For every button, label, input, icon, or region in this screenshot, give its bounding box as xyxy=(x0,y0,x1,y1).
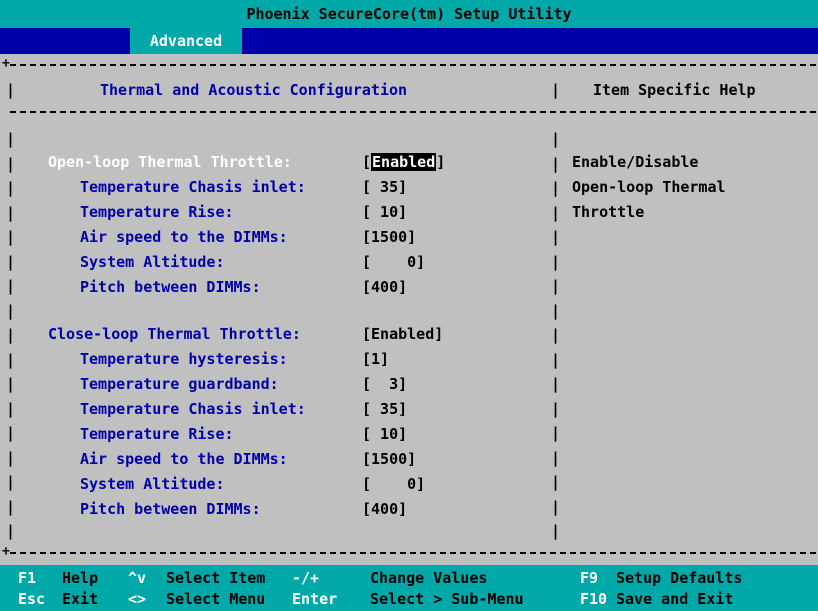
frame-bar-glyph: | xyxy=(6,473,16,491)
frame-bar-glyph: | xyxy=(6,81,16,99)
close-loop-item-label: Temperature Chasis inlet: xyxy=(80,400,306,418)
frame-bar-glyph: | xyxy=(551,179,561,197)
frame-bar-glyph: | xyxy=(551,473,561,491)
open-loop-item-label: Pitch between DIMMs: xyxy=(80,278,261,296)
key-f10: F10 xyxy=(580,590,608,608)
close-loop-item-label: System Altitude: xyxy=(80,475,225,493)
frame-bar-glyph: | xyxy=(551,497,561,516)
open-loop-item-value[interactable]: [1500] xyxy=(362,227,416,247)
frame-bar-glyph: | xyxy=(551,130,561,148)
frame-bar-glyph: | xyxy=(6,326,16,344)
frame-corner-bottom: + xyxy=(2,544,10,559)
app-title: Phoenix SecureCore(tm) Setup Utility xyxy=(246,5,572,23)
open-loop-item-value[interactable]: [ 35] xyxy=(362,177,407,197)
help-title: Item Specific Help xyxy=(593,81,756,99)
close-loop-item-label: Temperature Rise: xyxy=(80,425,234,443)
frame-bar-glyph: | xyxy=(551,301,561,320)
close-loop-item-value[interactable]: [400] xyxy=(362,499,407,519)
frame-corner-top: + xyxy=(2,56,10,71)
action-save-exit: Save and Exit xyxy=(616,590,734,608)
frame-bar-glyph: | xyxy=(6,399,16,418)
frame-bar-glyph: | xyxy=(6,301,16,320)
action-help: Help xyxy=(62,569,99,587)
open-loop-item-value[interactable]: [ 0] xyxy=(362,252,425,272)
frame-bar-glyph: | xyxy=(6,497,16,516)
frame-bar-glyph: | xyxy=(551,81,561,99)
key-help-bar: F1 Help ^v Select Item -/+ Change Values… xyxy=(0,565,818,611)
close-loop-item-label: Air speed to the DIMMs: xyxy=(80,450,288,468)
close-loop-item-value[interactable]: [1500] xyxy=(362,449,416,469)
tab-advanced[interactable]: Advanced xyxy=(130,28,242,54)
key-enter: Enter xyxy=(292,590,338,608)
open-loop-item-label: Air speed to the DIMMs: xyxy=(80,228,288,246)
frame-bar-glyph: | xyxy=(6,203,16,222)
frame-header-divider xyxy=(10,111,816,113)
help-text-line: Open-loop Thermal xyxy=(572,178,726,196)
frame-bar-glyph: | xyxy=(551,277,561,295)
open-loop-item-value[interactable]: [ 10] xyxy=(362,202,407,222)
close-loop-item-value[interactable]: [ 0] xyxy=(362,474,425,494)
action-select-submenu: Select > Sub-Menu xyxy=(370,590,524,608)
frame-bar-glyph: | xyxy=(6,277,16,295)
open-loop-throttle-label: Open-loop Thermal Throttle: xyxy=(48,153,292,171)
frame-bar-glyph: | xyxy=(6,228,16,246)
open-loop-item-label: Temperature Chasis inlet: xyxy=(80,178,306,196)
key-left-right: <> xyxy=(128,590,147,608)
frame-top-border xyxy=(10,64,816,66)
frame-bar-glyph: | xyxy=(551,228,561,246)
key-esc: Esc xyxy=(18,590,46,608)
close-loop-throttle-label: Close-loop Thermal Throttle: xyxy=(48,325,301,343)
frame-bar-glyph: | xyxy=(551,448,561,467)
key-minus-plus: -/+ xyxy=(292,569,320,587)
key-up-down: ^v xyxy=(128,569,147,587)
action-setup-defaults: Setup Defaults xyxy=(616,569,743,587)
frame-bar-glyph: | xyxy=(551,522,561,540)
frame-bar-glyph: | xyxy=(6,522,16,540)
frame-bar-glyph: | xyxy=(551,203,561,222)
frame-bar-glyph: | xyxy=(6,375,16,393)
frame-bar-glyph: | xyxy=(551,326,561,344)
action-change-values: Change Values xyxy=(370,569,488,587)
frame-bar-glyph: | xyxy=(551,424,561,442)
key-f1: F1 xyxy=(18,569,37,587)
frame-bar-glyph: | xyxy=(6,130,16,148)
title-bar: Phoenix SecureCore(tm) Setup Utility xyxy=(0,0,818,28)
bracket-close: ] xyxy=(436,153,446,171)
close-loop-item-value[interactable]: [1] xyxy=(362,349,389,369)
frame-bar-glyph: | xyxy=(551,399,561,418)
action-select-item: Select Item xyxy=(166,569,266,587)
frame-bar-glyph: | xyxy=(6,448,16,467)
open-loop-item-value[interactable]: [400] xyxy=(362,277,407,297)
action-select-menu: Select Menu xyxy=(166,590,266,608)
open-loop-item-label: System Altitude: xyxy=(80,253,225,271)
frame-bar-glyph: | xyxy=(6,179,16,197)
close-loop-item-value[interactable]: [ 3] xyxy=(362,374,407,394)
frame-bar-glyph: | xyxy=(551,375,561,393)
frame-bar-glyph: | xyxy=(551,350,561,369)
bracket-open: [ xyxy=(362,153,372,171)
help-text-line: Enable/Disable xyxy=(572,153,699,171)
frame-bar-glyph: | xyxy=(6,252,16,271)
frame-bar-glyph: | xyxy=(551,252,561,271)
frame-bar-glyph: | xyxy=(6,154,16,173)
frame-bottom-border xyxy=(10,552,816,554)
panel-title: Thermal and Acoustic Configuration xyxy=(100,81,408,99)
key-f9: F9 xyxy=(580,569,599,587)
selected-value[interactable]: Enabled xyxy=(371,153,437,171)
frame-bar-glyph: | xyxy=(6,350,16,369)
close-loop-item-value[interactable]: [ 35] xyxy=(362,399,407,419)
close-loop-item-label: Temperature hysteresis: xyxy=(80,350,288,368)
close-loop-item-value[interactable]: [ 10] xyxy=(362,424,407,444)
close-loop-item-label: Pitch between DIMMs: xyxy=(80,500,261,518)
menu-bar: Advanced xyxy=(0,28,818,54)
frame-bar-glyph: | xyxy=(551,154,561,173)
action-exit: Exit xyxy=(62,590,99,608)
close-loop-item-label: Temperature guardband: xyxy=(80,375,279,393)
help-text-line: Throttle xyxy=(572,203,645,221)
frame-bar-glyph: | xyxy=(6,424,16,442)
open-loop-item-label: Temperature Rise: xyxy=(80,203,234,221)
close-loop-throttle-value[interactable]: [Enabled] xyxy=(362,324,443,344)
open-loop-throttle-value[interactable]: [Enabled] xyxy=(362,152,445,172)
